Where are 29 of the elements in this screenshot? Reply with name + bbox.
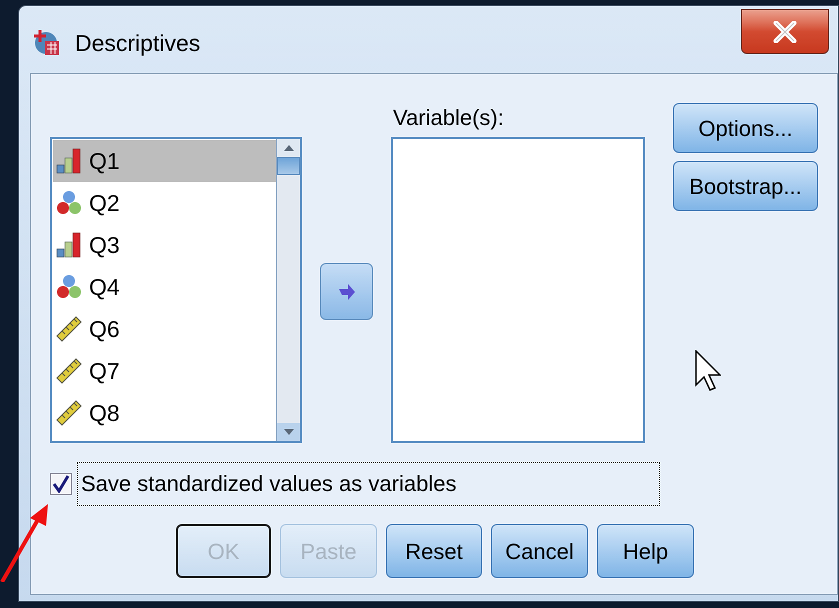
variable-list[interactable]: Q1 Q2 Q3 Q4 Q6 Q7 Q8 [50, 137, 302, 443]
app-icon [34, 28, 60, 56]
move-button[interactable] [320, 263, 373, 320]
checkbox[interactable] [50, 473, 72, 495]
scrollbar[interactable] [276, 139, 300, 441]
dialog-button[interactable]: Reset [386, 524, 482, 578]
cursor-icon [695, 350, 721, 392]
ruler-icon [56, 400, 82, 426]
checkbox-label[interactable]: Save standardized values as variables [77, 462, 660, 506]
list-item[interactable]: Q1 [53, 140, 276, 182]
circles-icon [56, 274, 82, 300]
selected-variables-list[interactable] [391, 137, 645, 443]
circles-icon [56, 190, 82, 216]
dialog-button[interactable]: Cancel [491, 524, 588, 578]
scroll-thumb[interactable] [277, 157, 300, 175]
dialog-button[interactable]: Help [597, 524, 694, 578]
bar-chart-icon [56, 148, 82, 174]
scroll-up-icon[interactable] [277, 139, 300, 157]
ruler-icon [56, 358, 82, 384]
close-icon [773, 20, 797, 42]
close-button[interactable] [741, 9, 829, 54]
dialog-button[interactable]: Options... [673, 103, 818, 153]
window-title: Descriptives [75, 29, 200, 58]
bar-chart-icon [56, 232, 82, 258]
ruler-icon [56, 316, 82, 342]
arrow-right-icon [338, 282, 356, 300]
scroll-down-icon[interactable] [277, 423, 300, 441]
variables-label: Variable(s): [392, 104, 505, 132]
dialog-button[interactable]: Bootstrap... [673, 161, 818, 211]
